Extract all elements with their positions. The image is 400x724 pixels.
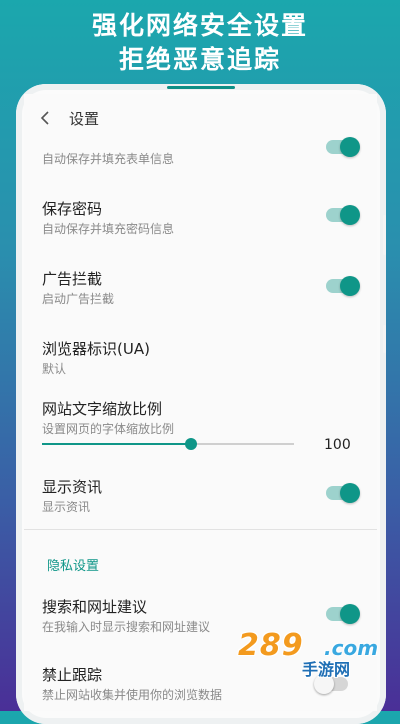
privacy-section-title: 隐私设置 bbox=[47, 559, 100, 574]
text-scale-slider-fill bbox=[42, 443, 191, 445]
autofill-subtitle: 自动保存并填充表单信息 bbox=[42, 152, 175, 166]
search-suggest-toggle[interactable] bbox=[326, 604, 360, 624]
show-news-subtitle: 显示资讯 bbox=[42, 500, 91, 514]
ad-block-toggle[interactable] bbox=[326, 276, 360, 296]
text-scale-value: 100 bbox=[324, 437, 351, 453]
phone-side-button bbox=[383, 215, 386, 255]
settings-screen: 设置 自动保存并填充表单信息 保存密码 自动保存并填充密码信息 广告拦截 启动广… bbox=[24, 94, 377, 711]
do-not-track-subtitle: 禁止网站收集并使用你的浏览数据 bbox=[42, 688, 223, 702]
save-password-title: 保存密码 bbox=[42, 200, 103, 218]
autofill-toggle[interactable] bbox=[326, 137, 360, 157]
user-agent-title[interactable]: 浏览器标识(UA) bbox=[42, 338, 150, 359]
show-news-toggle[interactable] bbox=[326, 483, 360, 503]
save-password-subtitle: 自动保存并填充密码信息 bbox=[42, 222, 175, 236]
show-news-title: 显示资讯 bbox=[42, 478, 103, 496]
top-bar: 设置 bbox=[24, 94, 377, 144]
search-suggest-subtitle: 在我输入时显示搜索和网址建议 bbox=[42, 620, 211, 634]
text-scale-title: 网站文字缩放比例 bbox=[42, 400, 163, 418]
user-agent-subtitle: 默认 bbox=[42, 362, 67, 376]
save-password-toggle[interactable] bbox=[326, 205, 360, 225]
promo-headline-1: 强化网络安全设置 bbox=[91, 11, 308, 40]
page-title: 设置 bbox=[69, 110, 100, 128]
text-scale-slider[interactable] bbox=[42, 438, 294, 450]
ad-block-subtitle: 启动广告拦截 bbox=[42, 292, 115, 306]
ad-block-title: 广告拦截 bbox=[42, 270, 103, 288]
do-not-track-title: 禁止跟踪 bbox=[42, 666, 103, 684]
phone-side-button bbox=[383, 325, 386, 353]
chevron-left-icon[interactable] bbox=[36, 108, 56, 128]
phone-notch bbox=[167, 86, 235, 89]
search-suggest-title: 搜索和网址建议 bbox=[42, 598, 148, 616]
promo-headline-2: 拒绝恶意追踪 bbox=[118, 45, 281, 74]
watermark-logo: 289 .com 手游网 bbox=[238, 628, 379, 679]
section-divider bbox=[24, 529, 377, 530]
text-scale-subtitle: 设置网页的字体缩放比例 bbox=[42, 422, 175, 436]
text-scale-slider-thumb[interactable] bbox=[184, 438, 197, 450]
